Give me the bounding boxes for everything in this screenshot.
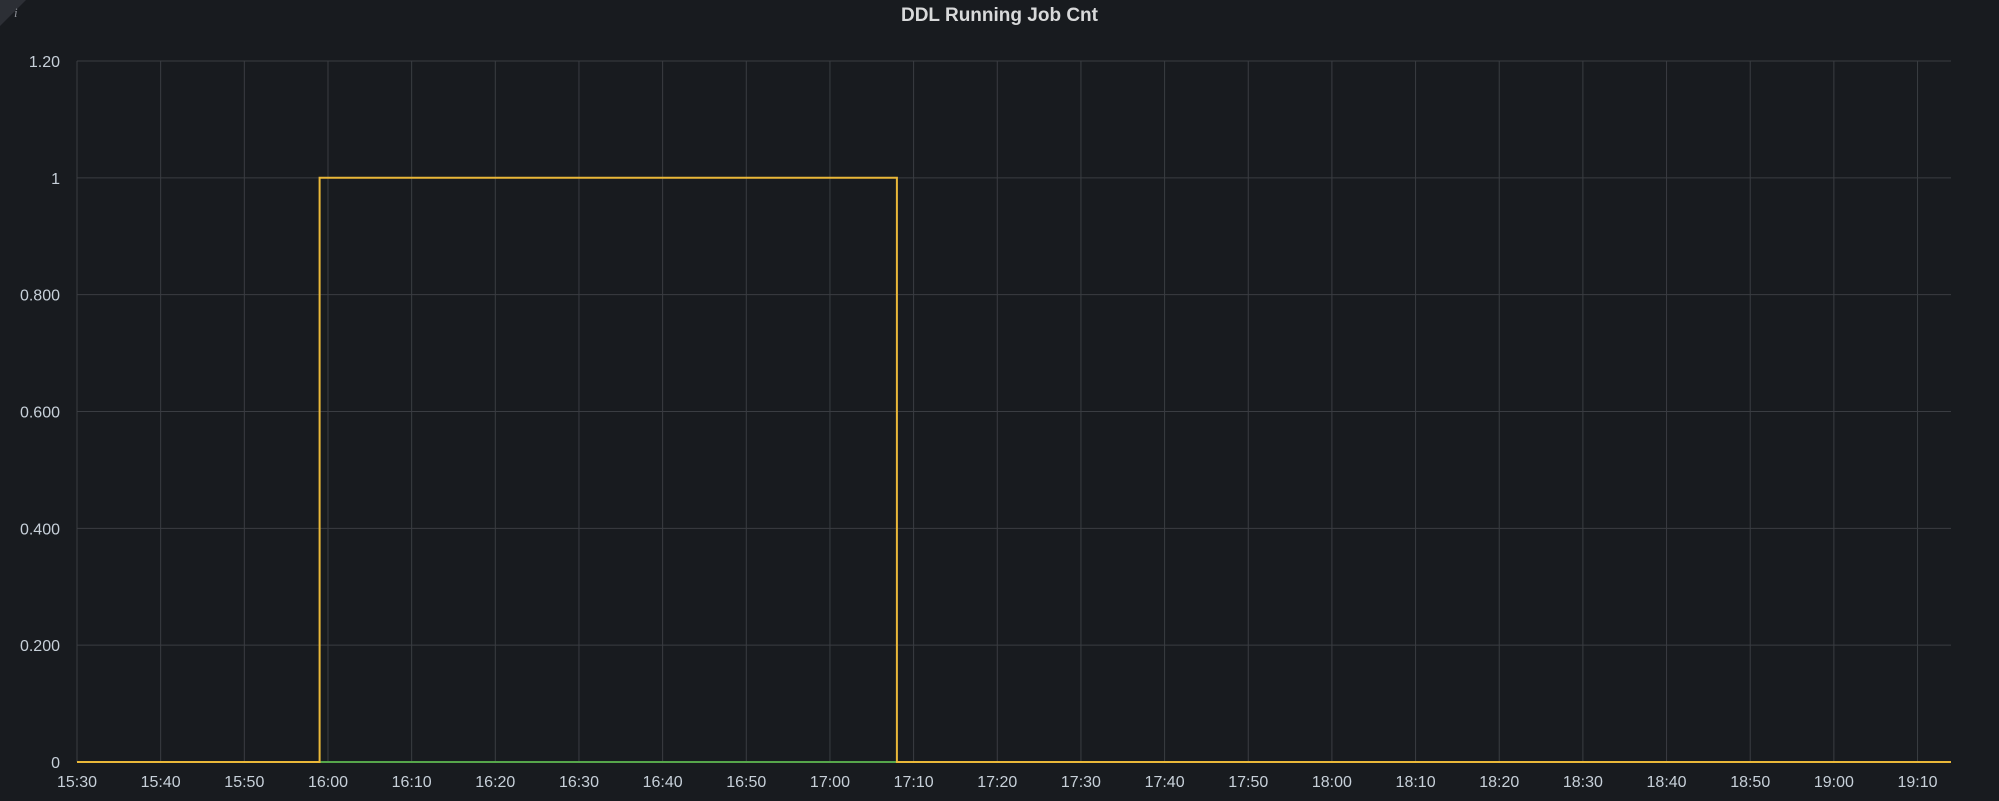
x-tick-label: 18:20 [1479, 774, 1519, 791]
chart-panel: i DDL Running Job Cnt 0 0.200 0.400 0.600 0.… [0, 0, 1999, 801]
x-tick-label: 15:40 [141, 774, 181, 791]
y-tick-label: 1 [51, 171, 60, 188]
x-tick-label: 18:50 [1730, 774, 1770, 791]
chart-plot: 00.2000.4000.6000.80011.20 15:30 15:40 15:… [20, 54, 1951, 791]
y-tick-label: 0 [51, 755, 60, 772]
x-tick-label: 15:50 [224, 774, 264, 791]
y-axis: 0 0.200 0.400 0.600 0.800 1 1.20 [20, 54, 60, 772]
y-tick-label: 0.800 [20, 288, 60, 305]
x-tick-label: 16:20 [475, 774, 515, 791]
x-tick-label: 17:30 [1061, 774, 1101, 791]
series-line-0[interactable] [77, 176, 1951, 763]
x-tick-label: 16:00 [308, 774, 348, 791]
x-tick-label: 19:10 [1898, 774, 1938, 791]
y-tick-label: 0.200 [20, 638, 60, 655]
y-tick-label: 0.600 [20, 405, 60, 422]
y-tick-label: 0.400 [20, 521, 60, 538]
grid [76, 60, 1951, 763]
x-tick-label: 16:40 [643, 774, 683, 791]
x-tick-label: 18:40 [1647, 774, 1687, 791]
x-tick-label: 18:10 [1396, 774, 1436, 791]
x-tick-label: 15:30 [57, 774, 97, 791]
x-tick-label: 18:00 [1312, 774, 1352, 791]
x-tick-label: 17:50 [1228, 774, 1268, 791]
x-tick-label: 17:40 [1145, 774, 1185, 791]
x-tick-label: 19:00 [1814, 774, 1854, 791]
x-tick-label: 17:00 [810, 774, 850, 791]
x-tick-label: 16:10 [392, 774, 432, 791]
x-tick-label: 16:50 [726, 774, 766, 791]
x-tick-label: 17:10 [894, 774, 934, 791]
x-tick-label: 16:30 [559, 774, 599, 791]
x-axis: 15:30 15:40 15:50 16:00 16:10 16:20 16:30 16:40… [57, 774, 1938, 791]
y-tick-label: 1.20 [29, 54, 60, 71]
x-tick-label: 17:20 [977, 774, 1017, 791]
x-tick-label: 18:30 [1563, 774, 1603, 791]
series-layer [77, 176, 1951, 763]
